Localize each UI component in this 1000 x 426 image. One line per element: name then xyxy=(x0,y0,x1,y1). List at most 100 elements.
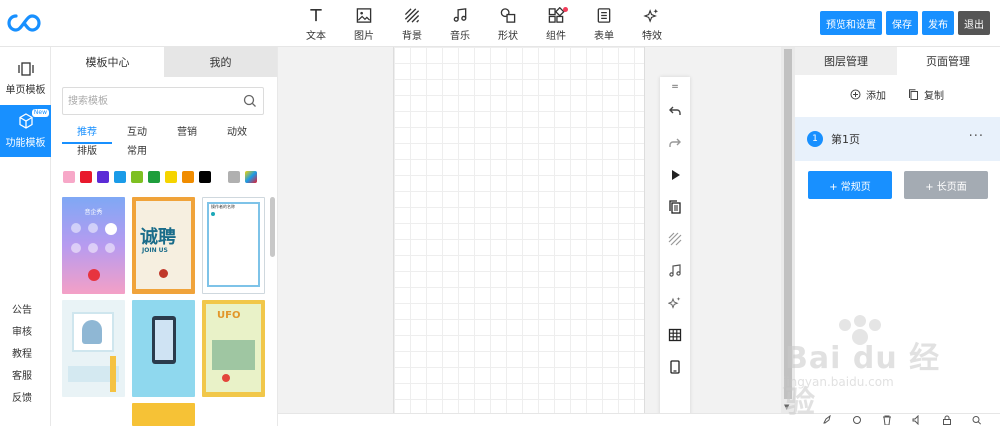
background-icon xyxy=(668,232,682,246)
more-options-icon[interactable]: ··· xyxy=(969,129,984,144)
save-button[interactable]: 保存 xyxy=(886,11,918,35)
color-swatch[interactable] xyxy=(80,171,92,183)
template-tabs: 模板中心 我的 xyxy=(51,47,277,77)
tool-shape[interactable]: 形状 xyxy=(484,6,532,42)
color-swatch[interactable] xyxy=(199,171,211,183)
thumb-scene xyxy=(212,340,255,370)
category-layout[interactable]: 排版 xyxy=(62,144,112,163)
tab-mine[interactable]: 我的 xyxy=(164,47,277,77)
copy-page-action[interactable]: 复制 xyxy=(908,87,944,102)
template-search xyxy=(62,87,264,115)
gradient-swatch[interactable] xyxy=(245,171,257,183)
music-button[interactable] xyxy=(660,255,690,287)
color-swatch[interactable] xyxy=(131,171,143,183)
thumb-dot xyxy=(211,212,215,216)
color-swatch[interactable] xyxy=(228,171,240,183)
category-recommend[interactable]: 推荐 xyxy=(62,125,112,144)
tool-component[interactable]: 组件 xyxy=(532,6,580,42)
rail-links: 公告 审核 教程 客服 反馈 xyxy=(12,300,32,410)
tab-page-management[interactable]: 页面管理 xyxy=(897,47,999,75)
publish-button[interactable]: 发布 xyxy=(922,11,954,35)
tool-text[interactable]: 文本 xyxy=(292,6,340,42)
redo-button[interactable] xyxy=(660,127,690,159)
thumb-screen xyxy=(155,320,173,360)
music-icon xyxy=(453,8,467,22)
page-list-item[interactable]: 1 第1页 ··· xyxy=(795,117,1000,161)
tutorial-link[interactable]: 教程 xyxy=(12,344,32,366)
single-page-icon xyxy=(17,62,34,76)
template-grid: 音企秀 诚聘 JOIN US 操作者的名称 UFO xyxy=(62,197,267,426)
page-actions: 添加 复制 xyxy=(850,87,944,102)
tab-template-center[interactable]: 模板中心 xyxy=(51,47,164,77)
color-swatch[interactable] xyxy=(182,171,194,183)
infinity-logo-icon[interactable] xyxy=(6,10,42,36)
thumb-dot xyxy=(105,223,117,235)
template-panel: 模板中心 我的 推荐 互动 营销 动效 排版 常用 音企秀 xyxy=(51,47,278,426)
effect-button[interactable] xyxy=(660,287,690,319)
preview-settings-button[interactable]: 预览和设置 xyxy=(820,11,882,35)
template-scrollbar[interactable] xyxy=(270,197,275,257)
undo-button[interactable] xyxy=(660,95,690,127)
template-thumb[interactable] xyxy=(132,403,195,426)
tool-label: 音乐 xyxy=(450,31,470,42)
template-thumb[interactable]: 诚聘 JOIN US xyxy=(132,197,195,294)
image-icon xyxy=(356,8,372,23)
template-thumb[interactable]: 操作者的名称 xyxy=(202,197,265,294)
tool-effect[interactable]: 特效 xyxy=(628,6,676,42)
tool-music[interactable]: 音乐 xyxy=(436,6,484,42)
cube-icon xyxy=(18,113,33,129)
tab-layer-management[interactable]: 图层管理 xyxy=(795,47,897,75)
template-thumb[interactable] xyxy=(132,300,195,397)
rail-item-single-page[interactable]: 单页模板 xyxy=(0,53,51,105)
category-list: 推荐 互动 营销 动效 排版 常用 xyxy=(62,125,267,163)
tool-background[interactable]: 背景 xyxy=(388,6,436,42)
thumb-dot xyxy=(105,243,115,253)
top-actions: 预览和设置 保存 发布 退出 xyxy=(820,11,990,35)
category-animation[interactable]: 动效 xyxy=(212,125,262,144)
category-interactive[interactable]: 互动 xyxy=(112,125,162,144)
color-swatch[interactable] xyxy=(148,171,160,183)
template-thumb[interactable]: UFO xyxy=(202,300,265,397)
background-button[interactable] xyxy=(660,223,690,255)
announcement-link[interactable]: 公告 xyxy=(12,300,32,322)
category-common[interactable]: 常用 xyxy=(112,144,162,163)
thumb-dot xyxy=(159,269,168,278)
rail-item-function-template[interactable]: New 功能模板 xyxy=(0,105,51,157)
page-canvas[interactable] xyxy=(393,47,645,413)
thumb-dot xyxy=(88,243,98,253)
tool-label: 组件 xyxy=(546,31,566,42)
thumb-dot xyxy=(88,223,98,233)
copy-label: 复制 xyxy=(924,91,944,102)
mobile-preview-button[interactable] xyxy=(660,351,690,383)
copy-page-button[interactable] xyxy=(660,191,690,223)
review-link[interactable]: 审核 xyxy=(12,322,32,344)
thumb-dot xyxy=(222,374,230,382)
color-swatch[interactable] xyxy=(114,171,126,183)
search-icon[interactable] xyxy=(971,415,983,425)
add-normal-page-button[interactable]: + 常规页 xyxy=(808,171,892,199)
color-swatch[interactable] xyxy=(97,171,109,183)
template-thumb[interactable] xyxy=(62,300,125,397)
category-marketing[interactable]: 营销 xyxy=(162,125,212,144)
page-number-badge: 1 xyxy=(807,131,823,147)
support-link[interactable]: 客服 xyxy=(12,366,32,388)
search-icon[interactable] xyxy=(243,94,257,108)
copy-icon xyxy=(909,89,918,100)
tool-form[interactable]: 表单 xyxy=(580,6,628,42)
template-thumb[interactable]: 音企秀 xyxy=(62,197,125,294)
feedback-link[interactable]: 反馈 xyxy=(12,388,32,410)
tool-label: 表单 xyxy=(594,31,614,42)
thumb-dot xyxy=(71,243,81,253)
search-input[interactable] xyxy=(63,88,233,114)
exit-button[interactable]: 退出 xyxy=(958,11,990,35)
drag-handle-icon[interactable]: = xyxy=(671,81,679,95)
tool-image[interactable]: 图片 xyxy=(340,6,388,42)
color-swatch[interactable] xyxy=(63,171,75,183)
color-swatch[interactable] xyxy=(165,171,177,183)
play-button[interactable] xyxy=(660,159,690,191)
add-page-action[interactable]: 添加 xyxy=(850,87,886,102)
add-long-page-button[interactable]: + 长页面 xyxy=(904,171,988,199)
grid-button[interactable] xyxy=(660,319,690,351)
copy-icon xyxy=(669,200,681,214)
thumb-dot xyxy=(88,269,100,281)
